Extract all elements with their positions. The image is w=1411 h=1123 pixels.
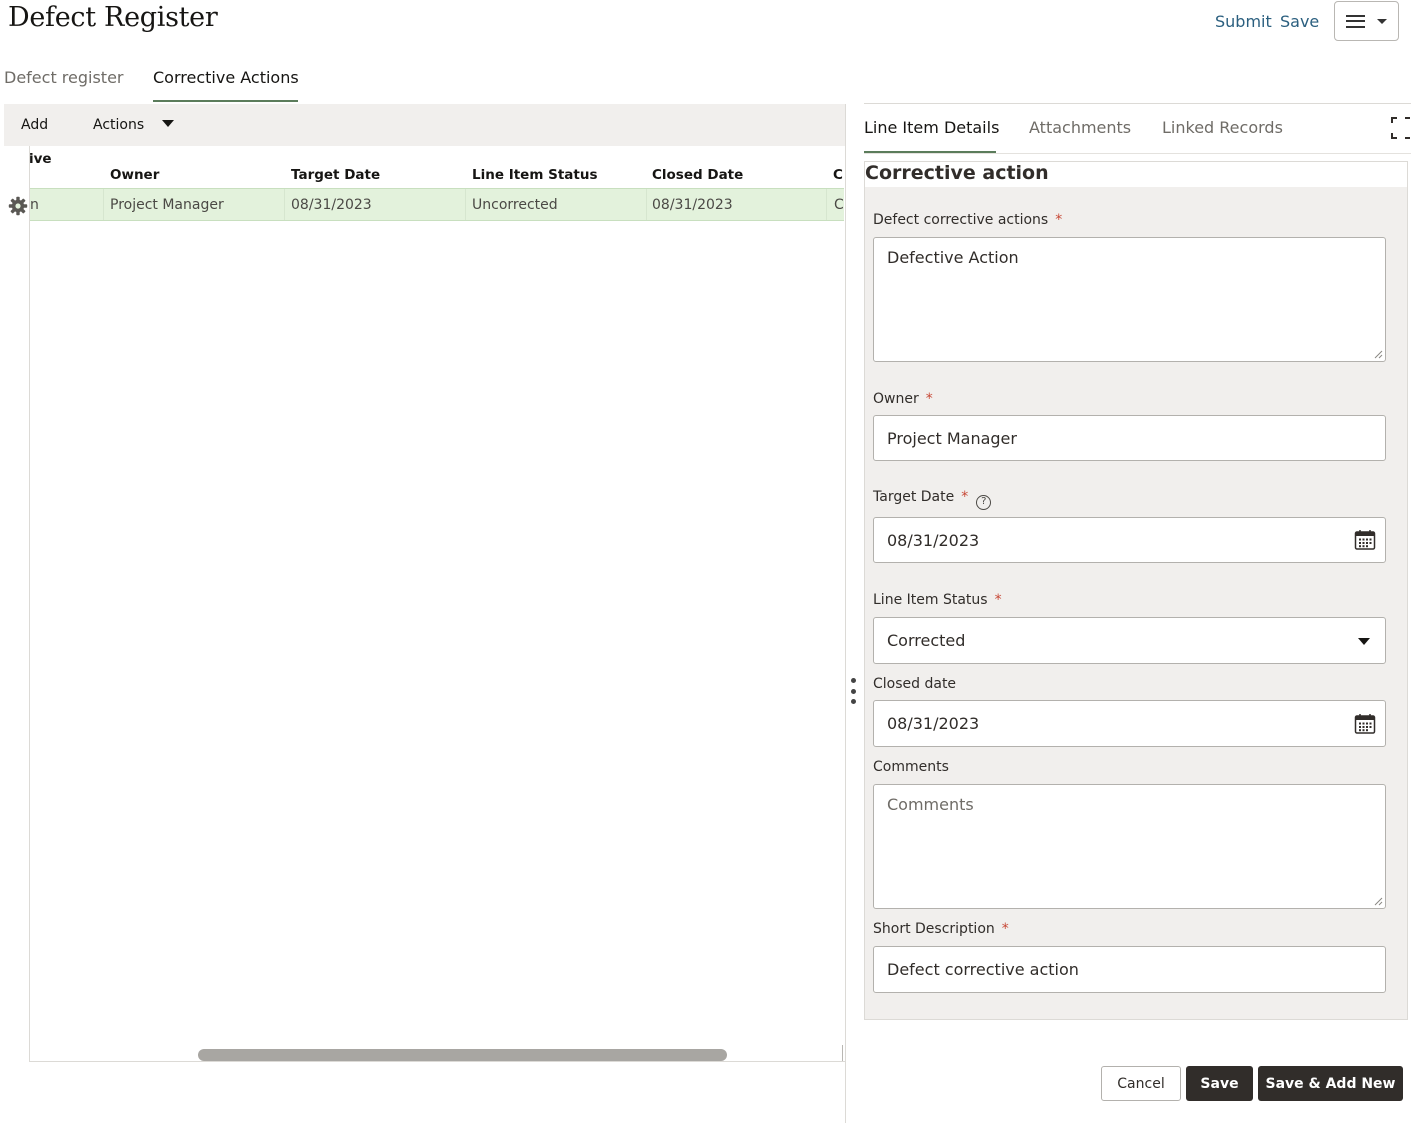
save-link[interactable]: Save bbox=[1280, 12, 1319, 31]
line-item-status-label-text: Line Item Status bbox=[873, 592, 988, 608]
comments-label: Comments bbox=[873, 759, 949, 775]
owner-label: Owner * bbox=[873, 391, 933, 407]
required-mark: * bbox=[961, 489, 969, 505]
save-button[interactable]: Save bbox=[1186, 1066, 1253, 1101]
owner-field[interactable]: Project Manager bbox=[873, 415, 1386, 461]
corrective-actions-label: Defect corrective actions * bbox=[873, 212, 1062, 228]
calendar-icon[interactable] bbox=[1354, 529, 1376, 551]
owner-value: Project Manager bbox=[887, 428, 1017, 448]
short-description-label-text: Short Description bbox=[873, 921, 995, 937]
short-description-field[interactable]: Defect corrective action bbox=[873, 946, 1386, 993]
line-item-status-select[interactable]: Corrected bbox=[873, 617, 1386, 664]
chevron-down-icon[interactable] bbox=[1358, 637, 1370, 645]
chevron-down-icon bbox=[1377, 18, 1387, 24]
active-tab-indicator bbox=[153, 100, 298, 102]
target-date-label: Target Date *? bbox=[873, 489, 992, 510]
expand-icon[interactable] bbox=[1391, 117, 1411, 139]
required-mark: * bbox=[1055, 212, 1063, 228]
section-title: Corrective action bbox=[865, 162, 1049, 184]
comments-label-text: Comments bbox=[873, 759, 949, 775]
short-description-value: Defect corrective action bbox=[887, 960, 1079, 979]
tab-attachments[interactable]: Attachments bbox=[1029, 118, 1131, 137]
line-item-status-label: Line Item Status * bbox=[873, 592, 1002, 608]
grid-body bbox=[29, 146, 845, 1062]
column-header-owner[interactable]: Owner bbox=[110, 167, 159, 183]
tab-defect-register[interactable]: Defect register bbox=[4, 68, 124, 87]
corrective-actions-label-text: Defect corrective actions bbox=[873, 212, 1049, 228]
cell-partial-first: n bbox=[30, 197, 39, 213]
cell-divider bbox=[465, 189, 466, 220]
scrollbar-end-marker bbox=[842, 1045, 843, 1061]
cell-owner: Project Manager bbox=[110, 197, 224, 213]
actions-dropdown-icon[interactable] bbox=[162, 120, 174, 127]
cancel-button[interactable]: Cancel bbox=[1101, 1066, 1181, 1101]
actions-menu-button[interactable]: Actions bbox=[93, 117, 144, 133]
tab-corrective-actions[interactable]: Corrective Actions bbox=[153, 68, 299, 87]
add-button[interactable]: Add bbox=[21, 117, 48, 133]
closed-date-value: 08/31/2023 bbox=[887, 714, 980, 733]
tab-linked-records[interactable]: Linked Records bbox=[1162, 118, 1283, 137]
cell-divider bbox=[103, 189, 104, 220]
closed-date-input[interactable]: 08/31/2023 bbox=[873, 700, 1386, 747]
closed-date-label-text: Closed date bbox=[873, 676, 957, 692]
required-mark: * bbox=[925, 391, 933, 407]
help-icon[interactable]: ? bbox=[976, 495, 992, 510]
closed-date-label: Closed date bbox=[873, 676, 956, 692]
line-item-status-value: Corrected bbox=[887, 631, 966, 650]
cell-partial-last: C bbox=[834, 197, 843, 213]
panel-splitter bbox=[845, 104, 846, 1123]
corrective-actions-textarea[interactable]: Defective Action bbox=[873, 237, 1386, 362]
target-date-label-text: Target Date bbox=[873, 489, 955, 505]
detail-tabs-divider bbox=[864, 153, 1411, 154]
detail-panel-border bbox=[864, 103, 1411, 104]
required-mark: * bbox=[994, 592, 1002, 608]
comments-placeholder: Comments bbox=[887, 795, 974, 814]
target-date-value: 08/31/2023 bbox=[887, 530, 980, 550]
page-title: Defect Register bbox=[8, 2, 218, 33]
cell-closed-date: 08/31/2023 bbox=[652, 197, 733, 213]
column-header-partial[interactable]: ive bbox=[29, 151, 52, 167]
resize-handle-icon[interactable] bbox=[1374, 350, 1383, 359]
active-detail-tab-indicator bbox=[864, 151, 996, 153]
tab-line-item-details[interactable]: Line Item Details bbox=[864, 118, 999, 137]
submit-link[interactable]: Submit bbox=[1215, 12, 1272, 31]
gear-icon[interactable] bbox=[8, 196, 28, 216]
corrective-actions-value: Defective Action bbox=[887, 248, 1019, 267]
short-description-label: Short Description * bbox=[873, 921, 1009, 937]
resize-grip-icon[interactable] bbox=[849, 678, 857, 704]
target-date-input[interactable]: 08/31/2023 bbox=[873, 517, 1386, 563]
column-header-target-date[interactable]: Target Date bbox=[291, 167, 380, 183]
save-and-add-new-button[interactable]: Save & Add New bbox=[1258, 1066, 1403, 1101]
cell-divider bbox=[826, 189, 827, 220]
calendar-icon[interactable] bbox=[1354, 713, 1376, 735]
cell-divider bbox=[284, 189, 285, 220]
column-header-line-item-status[interactable]: Line Item Status bbox=[472, 167, 597, 183]
column-header-partial-right[interactable]: C bbox=[833, 167, 843, 183]
comments-textarea[interactable]: Comments bbox=[873, 784, 1386, 909]
cell-divider bbox=[646, 189, 647, 220]
cell-status: Uncorrected bbox=[472, 197, 558, 213]
horizontal-scrollbar[interactable] bbox=[198, 1049, 727, 1061]
hamburger-icon bbox=[1346, 14, 1365, 28]
cell-target-date: 08/31/2023 bbox=[291, 197, 372, 213]
owner-label-text: Owner bbox=[873, 391, 919, 407]
column-header-closed-date[interactable]: Closed Date bbox=[652, 167, 743, 183]
required-mark: * bbox=[1001, 921, 1009, 937]
resize-handle-icon[interactable] bbox=[1374, 897, 1383, 906]
menu-button[interactable] bbox=[1334, 1, 1399, 41]
